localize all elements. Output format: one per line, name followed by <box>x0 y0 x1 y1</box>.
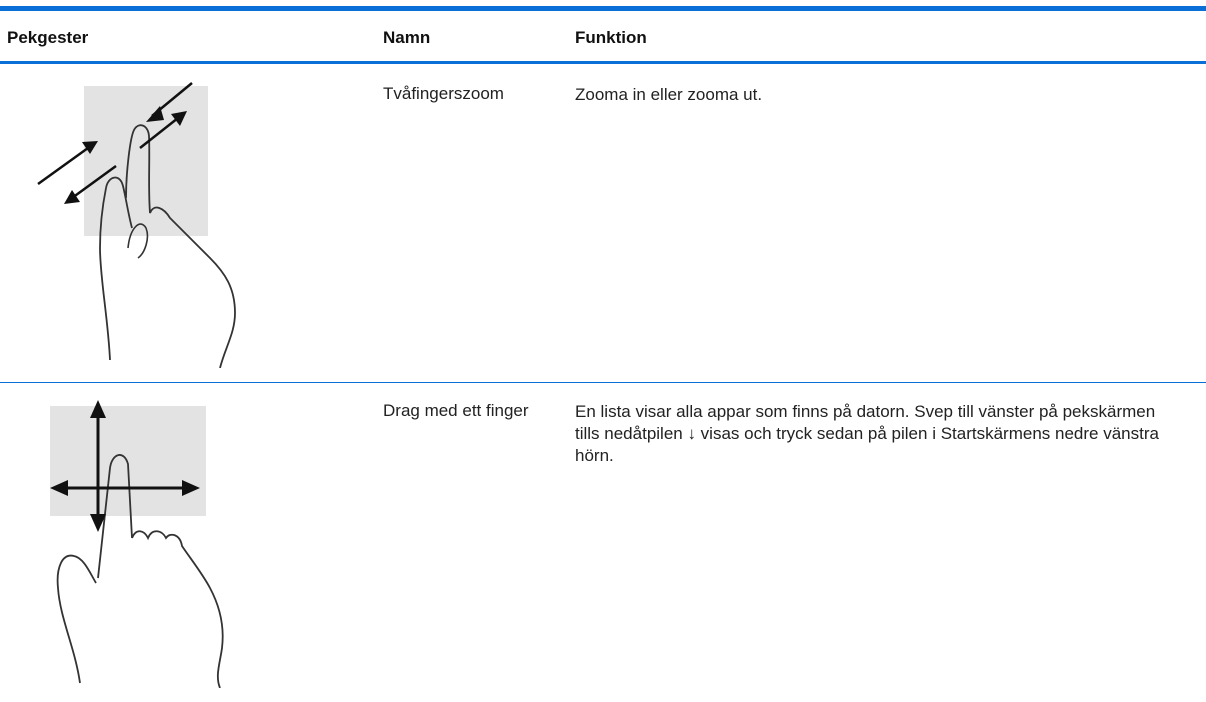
one-finger-drag-gesture-icon <box>40 398 240 688</box>
two-finger-zoom-gesture-icon <box>30 78 250 368</box>
header-gesture: Pekgester <box>7 28 89 47</box>
row-2-name: Drag med ett finger <box>383 401 529 420</box>
header-name: Namn <box>383 28 431 47</box>
header-function: Funktion <box>575 28 647 47</box>
row-divider <box>0 382 1206 383</box>
row-1-name: Tvåfingerszoom <box>383 84 504 103</box>
row-2-function: En lista visar alla appar som finns på d… <box>575 402 1159 465</box>
row-1-function: Zooma in eller zooma ut. <box>575 85 763 104</box>
table-top-rule <box>0 6 1206 11</box>
header-rule <box>0 61 1206 64</box>
